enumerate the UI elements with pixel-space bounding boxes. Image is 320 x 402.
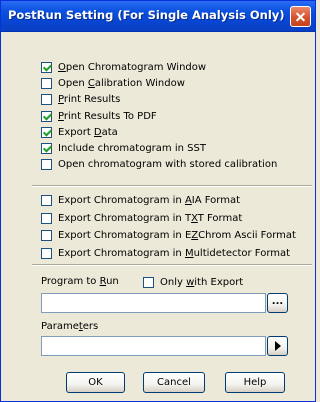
checkbox-box[interactable] (41, 159, 52, 171)
program-to-run-label: Program to Run (41, 276, 119, 287)
checkbox-box[interactable] (41, 143, 52, 154)
only-with-export-checkbox[interactable]: Only with Export (143, 276, 243, 289)
checkbox-label: Export Data (58, 126, 118, 138)
cancel-button[interactable]: Cancel (143, 372, 205, 393)
checkbox-label: Print Results (58, 94, 121, 106)
separator (32, 185, 312, 187)
browse-button[interactable]: ... (267, 293, 288, 313)
export-checkbox[interactable]: Export Chromatogram in TXT Format (41, 212, 242, 225)
parameters-label: Parameters (41, 321, 99, 332)
option-checkbox[interactable]: Include chromatogram in SST (41, 142, 206, 155)
checkbox-box[interactable] (41, 62, 52, 73)
checkbox-label: Include chromatogram in SST (58, 143, 206, 154)
parameters-input[interactable] (41, 336, 266, 356)
checkbox-box[interactable] (41, 230, 52, 242)
checkbox-box[interactable] (41, 94, 52, 106)
checkbox-box[interactable] (41, 212, 52, 224)
checkbox-box[interactable] (41, 248, 52, 260)
checkbox-box[interactable] (41, 78, 52, 90)
dialog-window: PostRun Setting (For Single Analysis Onl… (0, 0, 316, 402)
export-checkbox[interactable]: Export Chromatogram in Multidetector For… (41, 247, 290, 260)
checkbox-label: Print Results To PDF (58, 110, 157, 122)
checkbox-box[interactable] (41, 110, 52, 122)
only-with-export-label: Only with Export (160, 277, 244, 288)
help-button[interactable]: Help (225, 372, 285, 393)
only-with-export-box[interactable] (143, 277, 154, 288)
ok-button[interactable]: OK (66, 372, 125, 393)
parameters-menu-button[interactable] (267, 336, 288, 356)
close-icon[interactable] (290, 6, 311, 27)
option-checkbox[interactable]: Print Results (41, 93, 120, 106)
title-bar: PostRun Setting (For Single Analysis Onl… (1, 1, 315, 32)
option-checkbox[interactable]: Open chromatogram with stored calibratio… (41, 158, 277, 171)
checkbox-label: Open chromatogram with stored calibratio… (58, 159, 278, 171)
window-title: PostRun Setting (For Single Analysis Onl… (8, 8, 285, 22)
separator (32, 264, 312, 266)
checkbox-box[interactable] (41, 195, 52, 206)
checkbox-label: Export Chromatogram in Multidetector For… (58, 248, 291, 260)
checkbox-label: Export Chromatogram in AIA Format (58, 195, 241, 206)
option-checkbox[interactable]: Export Data (41, 126, 118, 139)
export-checkbox[interactable]: Export Chromatogram in EZChrom Ascii For… (41, 229, 296, 242)
export-checkbox[interactable]: Export Chromatogram in AIA Format (41, 194, 240, 207)
checkbox-label: Open Chromatogram Window (58, 62, 207, 73)
checkbox-label: Export Chromatogram in TXT Format (58, 212, 243, 224)
program-to-run-input[interactable] (41, 293, 266, 313)
arrow-right-icon (275, 341, 281, 351)
option-checkbox[interactable]: Open Chromatogram Window (41, 61, 206, 74)
checkbox-box[interactable] (41, 126, 52, 138)
checkbox-label: Export Chromatogram in EZChrom Ascii For… (58, 230, 296, 242)
option-checkbox[interactable]: Open Calibration Window (41, 77, 185, 90)
option-checkbox[interactable]: Print Results To PDF (41, 110, 157, 123)
checkbox-label: Open Calibration Window (58, 78, 185, 90)
